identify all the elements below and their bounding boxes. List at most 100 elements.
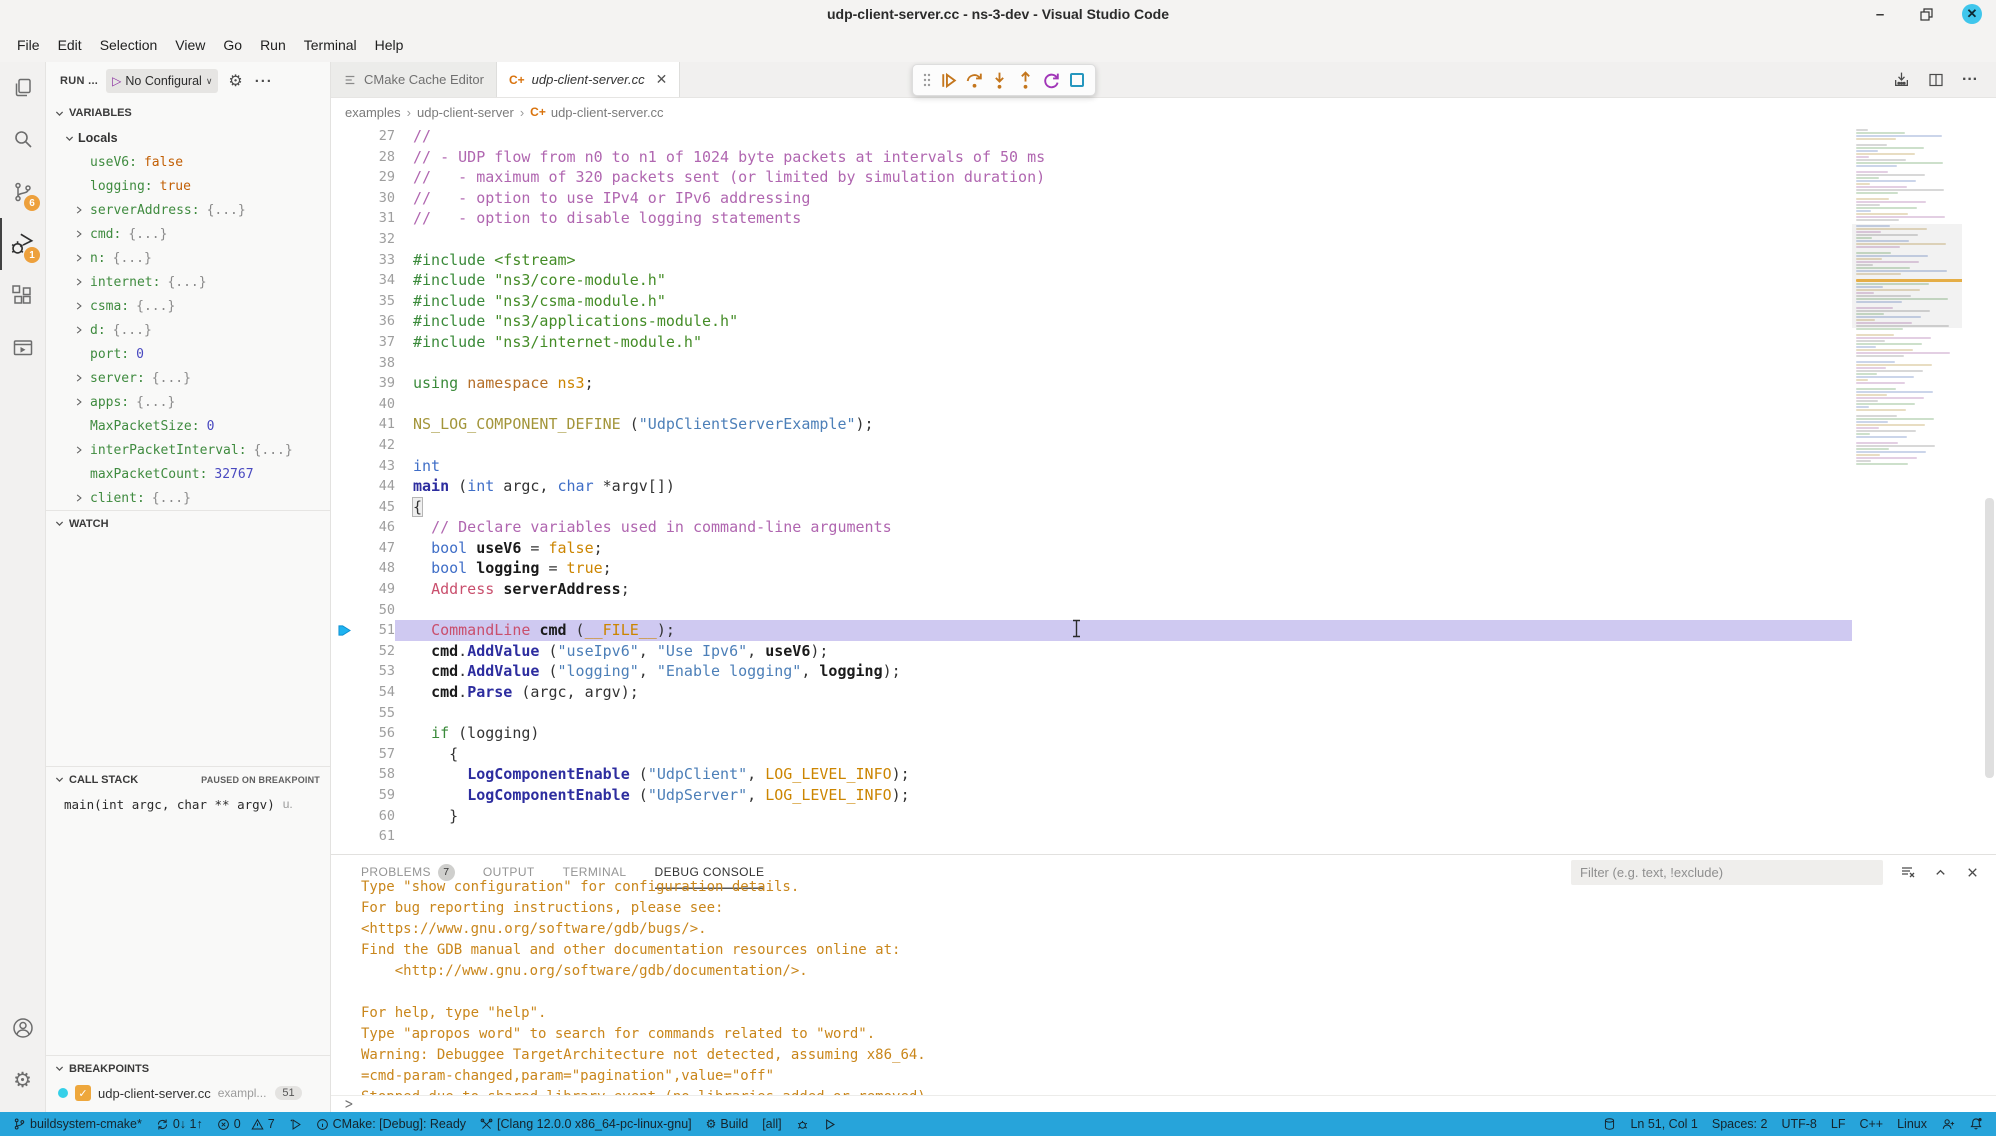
line-number[interactable]: 49 (357, 579, 395, 600)
code-line[interactable]: 28// - UDP flow from n0 to n1 of 1024 by… (331, 147, 1996, 168)
line-number[interactable]: 44 (357, 476, 395, 497)
line-number[interactable]: 47 (357, 538, 395, 559)
line-number[interactable]: 57 (357, 744, 395, 765)
chevron-right-icon[interactable] (74, 229, 90, 239)
code-line[interactable]: 57 { (331, 744, 1996, 765)
step-into-button[interactable] (989, 70, 1010, 91)
status-item-all[interactable]: [all] (755, 1112, 788, 1136)
variable-row[interactable]: n:{...} (46, 246, 330, 270)
line-number[interactable]: 34 (357, 270, 395, 291)
debug-current-line-icon[interactable] (331, 620, 357, 641)
status-item-spaces-2[interactable]: Spaces: 2 (1705, 1112, 1775, 1136)
chevron-right-icon[interactable] (74, 277, 90, 287)
split-editor-icon[interactable] (1928, 72, 1944, 88)
continue-button[interactable] (938, 70, 959, 91)
chevron-right-icon[interactable] (74, 301, 90, 311)
code-line[interactable]: 47 bool useV6 = false; (331, 538, 1996, 559)
variable-row[interactable]: cmd:{...} (46, 222, 330, 246)
configure-gear-icon[interactable]: ⚙ (228, 71, 242, 91)
breakpoint-row[interactable]: ✓udp-client-server.ccexampl...51 (46, 1081, 330, 1105)
line-number[interactable]: 53 (357, 661, 395, 682)
variable-row[interactable]: apps:{...} (46, 390, 330, 414)
line-number[interactable]: 40 (357, 394, 395, 415)
code-line[interactable]: 59 LogComponentEnable ("UdpServer", LOG_… (331, 785, 1996, 806)
editor-scrollbar[interactable] (1985, 498, 1994, 778)
code-line[interactable]: 27// (331, 126, 1996, 147)
code-line[interactable]: 61 (331, 826, 1996, 847)
line-number[interactable]: 46 (357, 517, 395, 538)
line-number[interactable]: 36 (357, 311, 395, 332)
variable-row[interactable]: logging:true (46, 174, 330, 198)
more-actions-icon[interactable]: ··· (255, 73, 273, 90)
code-line[interactable]: 38 (331, 353, 1996, 374)
line-number[interactable]: 50 (357, 600, 395, 621)
status-item-linux[interactable]: Linux (1890, 1112, 1934, 1136)
line-number[interactable]: 41 (357, 414, 395, 435)
code-line[interactable]: 41NS_LOG_COMPONENT_DEFINE ("UdpClientSer… (331, 414, 1996, 435)
status-item-bell[interactable] (1962, 1112, 1990, 1136)
variable-row[interactable]: maxPacketCount:32767 (46, 462, 330, 486)
code-line[interactable]: 54 cmd.Parse (argc, argv); (331, 682, 1996, 703)
scope-locals[interactable]: Locals (46, 126, 330, 150)
line-number[interactable]: 38 (357, 353, 395, 374)
tab-udp-client-server-cc[interactable]: C+udp-client-server.cc✕ (497, 62, 680, 97)
debug-console-output[interactable]: Type "show configuration" for configurat… (331, 877, 1996, 1095)
run-or-open-icon[interactable] (1893, 71, 1910, 88)
chevron-right-icon[interactable] (74, 445, 90, 455)
breadcrumb-item[interactable]: examples (345, 105, 401, 120)
debug-console-input[interactable]: > (331, 1095, 1996, 1112)
step-out-button[interactable] (1015, 70, 1036, 91)
minimap[interactable] (1852, 128, 1962, 476)
variable-row[interactable]: MaxPacketSize:0 (46, 414, 330, 438)
status-item-play[interactable] (816, 1112, 843, 1136)
code-line[interactable]: 31// - option to disable logging stateme… (331, 208, 1996, 229)
activity-source-control[interactable]: 6 (0, 166, 45, 218)
activity-run-debug[interactable]: 1 (0, 218, 45, 270)
activity-search[interactable] (0, 114, 45, 166)
status-item-utf-8[interactable]: UTF-8 (1774, 1112, 1823, 1136)
variable-row[interactable]: d:{...} (46, 318, 330, 342)
chevron-right-icon[interactable] (74, 253, 90, 263)
status-item-0-1[interactable]: 0↓ 1↑ (149, 1112, 210, 1136)
chevron-right-icon[interactable] (74, 397, 90, 407)
status-item-c++[interactable]: C++ (1852, 1112, 1890, 1136)
menu-item-help[interactable]: Help (366, 33, 413, 57)
menu-item-run[interactable]: Run (251, 33, 295, 57)
code-line[interactable]: 52 cmd.AddValue ("useIpv6", "Use Ipv6", … (331, 641, 1996, 662)
line-number[interactable]: 29 (357, 167, 395, 188)
status-item-cmake-debug-ready[interactable]: CMake: [Debug]: Ready (309, 1112, 473, 1136)
code-line[interactable]: 42 (331, 435, 1996, 456)
more-actions-icon[interactable]: ··· (1962, 71, 1978, 89)
line-number[interactable]: 27 (357, 126, 395, 147)
activity-explorer[interactable] (0, 62, 45, 114)
variables-header[interactable]: VARIABLES (46, 100, 330, 126)
menu-item-go[interactable]: Go (214, 33, 251, 57)
chevron-right-icon[interactable] (74, 373, 90, 383)
menu-item-view[interactable]: View (166, 33, 214, 57)
code-line[interactable]: 35#include "ns3/csma-module.h" (331, 291, 1996, 312)
line-number[interactable]: 43 (357, 456, 395, 477)
line-number[interactable]: 51 (357, 620, 395, 641)
variable-row[interactable]: useV6:false (46, 150, 330, 174)
variable-row[interactable]: csma:{...} (46, 294, 330, 318)
stop-button[interactable] (1067, 70, 1087, 90)
breadcrumb-item[interactable]: udp-client-server (417, 105, 514, 120)
code-line[interactable]: 51 CommandLine cmd (__FILE__); (331, 620, 1996, 641)
menu-item-edit[interactable]: Edit (49, 33, 91, 57)
line-number[interactable]: 35 (357, 291, 395, 312)
line-number[interactable]: 33 (357, 250, 395, 271)
line-number[interactable]: 52 (357, 641, 395, 662)
code-line[interactable]: 45{ (331, 497, 1996, 518)
code-line[interactable]: 56 if (logging) (331, 723, 1996, 744)
status-item-build[interactable]: ⚙Build (699, 1112, 756, 1136)
line-number[interactable]: 45 (357, 497, 395, 518)
code-line[interactable]: 29// - maximum of 320 packets sent (or l… (331, 167, 1996, 188)
line-number[interactable]: 32 (357, 229, 395, 250)
line-number[interactable]: 58 (357, 764, 395, 785)
minimize-button[interactable]: – (1870, 4, 1890, 24)
step-over-button[interactable] (964, 70, 985, 91)
code-line[interactable]: 37#include "ns3/internet-module.h" (331, 332, 1996, 353)
minimap-slider[interactable] (1852, 224, 1962, 328)
status-item-db[interactable] (1596, 1112, 1623, 1136)
line-number[interactable]: 31 (357, 208, 395, 229)
